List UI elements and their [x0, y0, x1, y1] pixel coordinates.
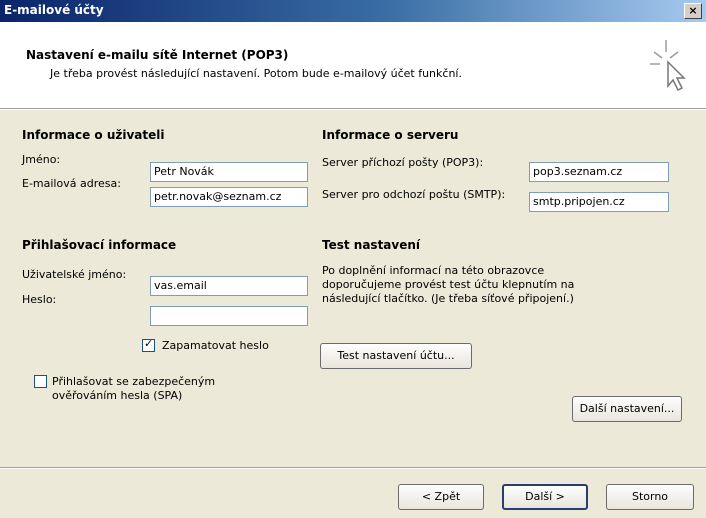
header-subtitle: Je třeba provést následující nastavení. … — [50, 67, 462, 80]
wizard-cursor-icon — [650, 40, 686, 92]
cancel-button[interactable]: Storno — [606, 484, 694, 510]
username-field[interactable]: vas.email — [150, 276, 308, 296]
more-settings-button[interactable]: Další nastavení... — [572, 396, 682, 422]
incoming-server-label: Server příchozí pošty (POP3): — [322, 156, 484, 169]
test-settings-heading: Test nastavení — [322, 238, 421, 252]
test-description-line1: Po doplnění informací na této obrazovce — [322, 264, 545, 277]
next-button[interactable]: Další > — [502, 484, 588, 510]
remember-password-checkbox[interactable]: ✓ — [142, 337, 155, 352]
email-field[interactable]: petr.novak@seznam.cz — [150, 187, 308, 207]
outgoing-server-label: Server pro odchozí poštu (SMTP): — [322, 188, 506, 201]
name-field[interactable]: Petr Novák — [150, 162, 308, 182]
login-info-heading: Přihlašovací informace — [22, 238, 177, 252]
footer-separator — [0, 467, 706, 469]
header-title: Nastavení e-mailu sítě Internet (POP3) — [26, 48, 289, 62]
settings-panel: Informace o uživateli Jméno: Petr Novák … — [12, 110, 694, 450]
server-info-heading: Informace o serveru — [322, 128, 459, 142]
title-bar[interactable]: E-mailové účty × — [0, 0, 706, 22]
test-description-line3: následující tlačítko. (Je třeba síťové p… — [322, 292, 574, 305]
wizard-header: Nastavení e-mailu sítě Internet (POP3) J… — [0, 22, 706, 108]
email-accounts-dialog: E-mailové účty × Nastavení e-mailu sítě … — [0, 0, 706, 518]
window-title: E-mailové účty — [4, 3, 104, 17]
close-button[interactable]: × — [684, 3, 702, 19]
name-label: Jméno: — [22, 153, 61, 166]
outgoing-server-field[interactable]: smtp.pripojen.cz — [529, 192, 669, 212]
password-label: Heslo: — [22, 293, 57, 306]
incoming-server-field[interactable]: pop3.seznam.cz — [529, 162, 669, 182]
test-description-line2: doporučujeme provést test účtu klepnutím… — [322, 278, 575, 291]
email-label: E-mailová adresa: — [22, 177, 121, 190]
username-label: Uživatelské jméno: — [22, 268, 127, 281]
back-button[interactable]: < Zpět — [398, 484, 484, 510]
spa-label-line2: ověřováním hesla (SPA) — [52, 389, 183, 402]
checkmark-icon: ✓ — [144, 337, 154, 350]
remember-password-label: Zapamatovat heslo — [162, 339, 269, 352]
user-info-heading: Informace o uživateli — [22, 128, 165, 142]
password-field[interactable] — [150, 306, 308, 326]
test-account-button[interactable]: Test nastavení účtu... — [320, 343, 472, 369]
spa-checkbox[interactable] — [34, 375, 47, 388]
spa-label-line1: Přihlašovat se zabezpečeným — [52, 375, 216, 388]
